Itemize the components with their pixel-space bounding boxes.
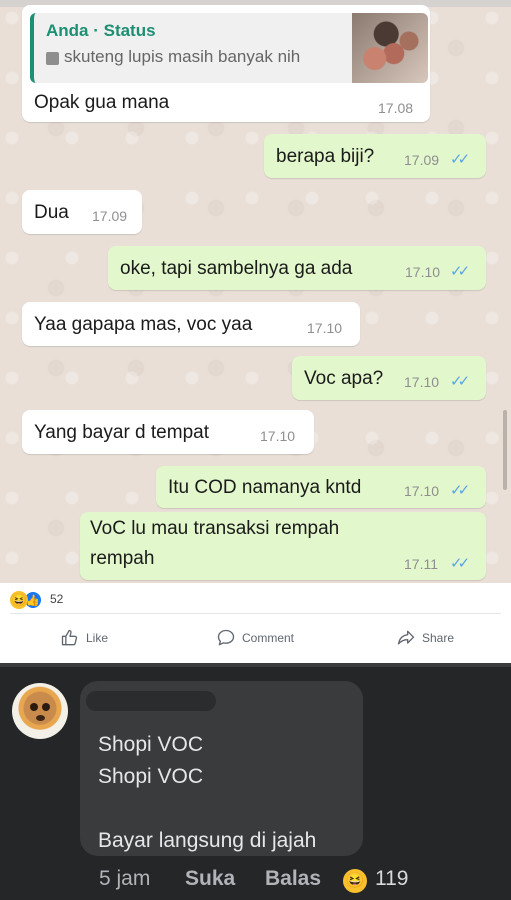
reply-button[interactable]: Balas	[265, 867, 321, 891]
message-time: 17.09	[92, 208, 128, 224]
comment-line: Shopi VOC	[98, 765, 204, 788]
avatar-eye	[30, 703, 38, 711]
message-incoming[interactable]: Yaa gapapa mas, voc yaa 17.10	[22, 302, 360, 346]
message-outgoing[interactable]: berapa biji? 17.09 ✓✓	[264, 134, 486, 178]
comment-reaction-count[interactable]: 119	[375, 867, 408, 891]
redacted-commenter-name	[86, 691, 216, 711]
comment-time: 5 jam	[99, 867, 151, 890]
message-outgoing[interactable]: Itu COD namanya kntd 17.10 ✓✓	[156, 466, 486, 508]
like-label: Like	[86, 631, 109, 645]
comment-section: Shopi VOC Shopi VOC Bayar langsung di ja…	[0, 663, 511, 900]
avatar-nose	[36, 715, 45, 721]
message-outgoing[interactable]: oke, tapi sambelnya ga ada 17.10 ✓✓	[108, 246, 486, 290]
comment-button[interactable]: Comment	[216, 627, 294, 649]
avatar[interactable]	[12, 683, 68, 739]
message-incoming[interactable]: Yang bayar d tempat 17.10	[22, 410, 314, 454]
double-tick-icon: ✓✓	[450, 482, 470, 499]
message-text: Yang bayar d tempat	[34, 422, 209, 443]
like-icon	[61, 629, 78, 646]
comment-icon	[217, 629, 235, 646]
message-outgoing[interactable]: VoC lu mau transaksi rempah rempah 17.11…	[80, 512, 486, 580]
status-thumbnail	[352, 13, 428, 83]
message-text: Voc apa?	[304, 368, 384, 389]
message-incoming[interactable]: Dua 17.09	[22, 190, 142, 234]
quoted-status[interactable]: Anda · Status skuteng lupis masih banyak…	[30, 13, 428, 83]
message-text-line: VoC lu mau transaksi rempah	[90, 518, 340, 539]
message-time: 17.10	[404, 483, 440, 499]
message-text: berapa biji?	[276, 146, 375, 167]
divider	[10, 613, 501, 614]
message-time: 17.10	[307, 320, 343, 336]
like-comment-button[interactable]: Suka	[185, 867, 235, 891]
comment-bubble[interactable]: Shopi VOC Shopi VOC Bayar langsung di ja…	[80, 681, 363, 856]
haha-emoji-icon[interactable]: 😆	[343, 869, 367, 893]
chat-screenshot: Anda · Status skuteng lupis masih banyak…	[0, 0, 511, 583]
comment-line: Bayar langsung di jajah	[98, 829, 317, 852]
double-tick-icon: ✓✓	[450, 555, 470, 572]
message-time: 17.10	[260, 428, 296, 444]
message-text-line: rempah	[90, 548, 155, 569]
like-button[interactable]: Like	[60, 627, 108, 649]
message-time: 17.08	[378, 100, 414, 116]
message-text: oke, tapi sambelnya ga ada	[120, 258, 353, 279]
share-button[interactable]: Share	[396, 627, 454, 649]
haha-reaction-icon: 😆	[10, 591, 28, 609]
scrollbar[interactable]	[503, 410, 507, 490]
comment-line: Shopi VOC	[98, 733, 204, 756]
message-text: Dua	[34, 202, 69, 223]
post-footer: 😆 👍 52 Like Comment Share	[0, 583, 511, 663]
message-text: Itu COD namanya kntd	[168, 477, 362, 498]
double-tick-icon: ✓✓	[450, 263, 470, 280]
reaction-count[interactable]: 52	[50, 592, 63, 606]
message-time: 17.10	[404, 374, 440, 390]
message-text: Opak gua mana	[34, 92, 170, 113]
quote-author: Anda · Status	[46, 21, 156, 40]
message-time: 17.09	[404, 152, 440, 168]
avatar-eye	[42, 703, 50, 711]
message-incoming[interactable]: Anda · Status skuteng lupis masih banyak…	[22, 5, 430, 122]
message-text: Yaa gapapa mas, voc yaa	[34, 314, 253, 335]
image-icon	[46, 52, 59, 65]
share-label: Share	[422, 631, 455, 645]
double-tick-icon: ✓✓	[450, 373, 470, 390]
double-tick-icon: ✓✓	[450, 151, 470, 168]
share-icon	[397, 630, 415, 645]
comment-label: Comment	[242, 631, 295, 645]
message-time: 17.10	[405, 264, 441, 280]
quote-text: skuteng lupis masih banyak nih	[64, 47, 301, 66]
message-outgoing[interactable]: Voc apa? 17.10 ✓✓	[292, 356, 486, 400]
message-time: 17.11	[404, 556, 438, 572]
reaction-summary[interactable]: 😆 👍	[10, 591, 50, 609]
